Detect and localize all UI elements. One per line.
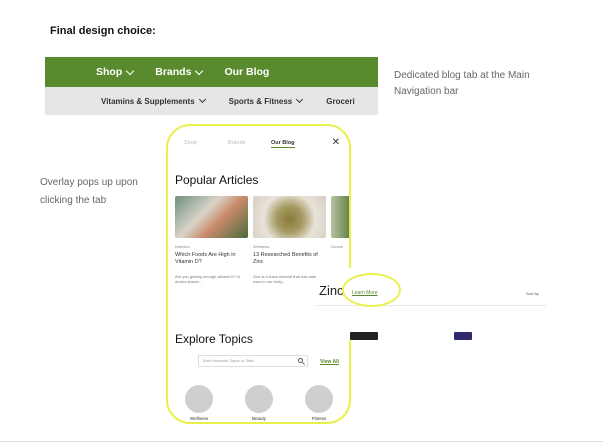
tab-shop[interactable]: Shop — [184, 140, 197, 146]
topic-label: Fitness — [311, 416, 327, 421]
topic-beauty[interactable]: Beauty — [244, 385, 274, 421]
popular-articles-heading: Popular Articles — [175, 173, 259, 187]
topic-image — [245, 385, 273, 413]
search-input[interactable]: Enter Keywords, Topics, or Titles — [198, 355, 308, 367]
topic-fitness[interactable]: Fitness — [304, 385, 334, 421]
topic-label: Wellness — [189, 416, 209, 421]
nav-item-sports[interactable]: Sports & Fitness — [228, 95, 304, 106]
divider — [0, 441, 603, 442]
article-title: Which Foods Are High in Vitamin D? — [175, 252, 236, 265]
sort-by-control[interactable]: Sort by — [526, 291, 539, 296]
article-excerpt: Are you getting enough vitamin D? A doct… — [175, 274, 240, 284]
category-title: Zinc — [319, 283, 344, 298]
article-category: Goodn — [331, 244, 344, 249]
nav-item-shop[interactable]: Shop — [96, 66, 135, 78]
search-icon[interactable] — [298, 358, 303, 363]
article-image — [331, 196, 349, 238]
nav-item-label: Vitamins & Supplements — [101, 96, 195, 106]
primary-nav-bar: Shop Brands Our Blog — [45, 57, 378, 87]
chevron-down-icon — [195, 66, 204, 75]
article-category: Wellness — [253, 244, 270, 249]
canvas: Final design choice: Shop Brands Our Blo… — [0, 0, 603, 444]
article-card[interactable]: Nutrition Which Foods Are High in Vitami… — [175, 196, 248, 284]
product-thumbnail[interactable] — [454, 332, 472, 340]
chevron-down-icon — [126, 66, 135, 75]
page-title: Final design choice: — [50, 25, 156, 37]
view-all-link[interactable]: View All — [320, 359, 339, 365]
close-icon[interactable]: ✕ — [332, 137, 340, 148]
nav-item-vitamins[interactable]: Vitamins & Supplements — [101, 95, 206, 106]
topic-image — [305, 385, 333, 413]
nav-item-label: Sports & Fitness — [228, 96, 293, 106]
annotation-overlay: Overlay pops up upon clicking the tab — [40, 177, 138, 206]
secondary-nav-bar: Vitamins & Supplements Sports & Fitness … — [45, 87, 378, 115]
product-thumbnail[interactable] — [350, 332, 378, 340]
chevron-down-icon — [296, 95, 304, 104]
nav-item-brands[interactable]: Brands — [155, 66, 204, 78]
explore-topics-heading: Explore Topics — [175, 332, 253, 346]
topic-label: Beauty — [251, 416, 266, 421]
article-category: Nutrition — [175, 244, 190, 249]
topic-wellness[interactable]: Wellness — [184, 385, 214, 421]
main-navigation: Shop Brands Our Blog Vitamins & Suppleme… — [45, 57, 378, 115]
article-card[interactable]: Goodn — [331, 196, 349, 249]
nav-item-label: Shop — [96, 66, 123, 78]
highlight-circle — [342, 273, 401, 307]
annotation-blog-tab: Dedicated blog tab at the Main Navigatio… — [394, 70, 530, 97]
nav-item-label: Groceri — [326, 96, 355, 106]
nav-item-our-blog[interactable]: Our Blog — [224, 66, 269, 78]
tab-our-blog[interactable]: Our Blog — [271, 140, 295, 148]
article-image — [253, 196, 326, 238]
nav-item-groceries[interactable]: Groceri — [326, 97, 354, 106]
divider — [316, 305, 546, 306]
chevron-down-icon — [198, 95, 206, 104]
nav-item-label: Brands — [155, 66, 192, 78]
topic-image — [185, 385, 213, 413]
nav-item-label: Our Blog — [224, 66, 270, 78]
tab-brands[interactable]: Brands — [228, 140, 245, 146]
search-placeholder: Enter Keywords, Topics, or Titles — [203, 359, 254, 363]
article-title: 13 Researched Benefits of Zinc — [253, 252, 318, 265]
article-image — [175, 196, 248, 238]
